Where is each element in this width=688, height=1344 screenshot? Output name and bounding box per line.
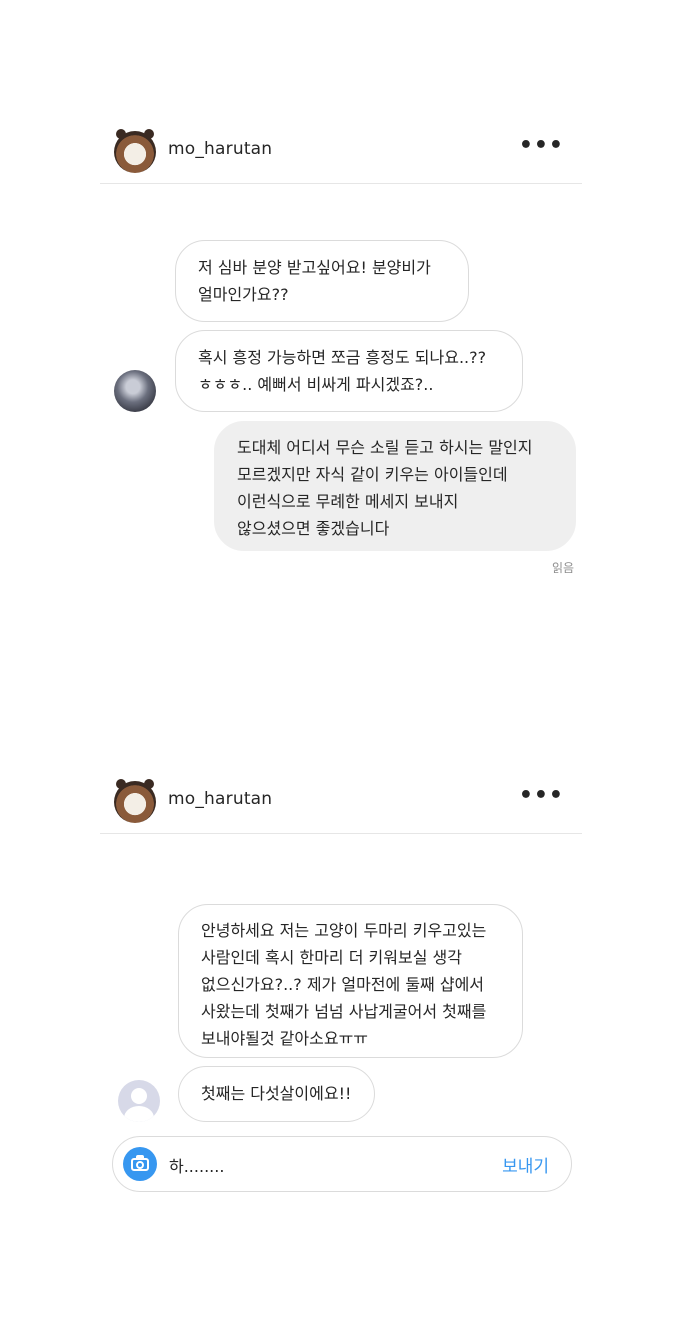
more-dots-icon[interactable]: •••	[519, 135, 564, 157]
sender-avatar[interactable]	[114, 370, 156, 412]
send-button[interactable]: 보내기	[502, 1152, 549, 1177]
profile-avatar[interactable]	[114, 129, 156, 173]
more-dots-icon[interactable]: •••	[519, 785, 564, 807]
thread2-header: mo_harutan •••	[100, 763, 582, 834]
profile-avatar[interactable]	[114, 779, 156, 823]
seen-status: 읽음	[552, 561, 575, 575]
camera-icon[interactable]	[123, 1147, 157, 1181]
sent-message: 도대체 어디서 무슨 소릴 듣고 하시는 말인지 모르겠지만 자식 같이 키우는…	[214, 421, 576, 551]
username[interactable]: mo_harutan	[168, 139, 272, 159]
received-message: 안녕하세요 저는 고양이 두마리 키우고있는 사람인데 혹시 한마리 더 키워보…	[178, 904, 523, 1058]
received-message: 저 심바 분양 받고싶어요! 분양비가 얼마인가요??	[175, 240, 469, 322]
received-message: 혹시 흥정 가능하면 쪼금 흥정도 되나요..?? ㅎㅎㅎ.. 예뻐서 비싸게 …	[175, 330, 523, 412]
username[interactable]: mo_harutan	[168, 789, 272, 809]
message-composer: 하........ 보내기	[112, 1136, 572, 1192]
thread1-header: mo_harutan •••	[100, 113, 582, 184]
message-input[interactable]: 하........	[169, 1153, 224, 1177]
default-avatar-icon[interactable]	[118, 1080, 160, 1122]
received-message: 첫째는 다섯살이에요!!	[178, 1066, 375, 1122]
